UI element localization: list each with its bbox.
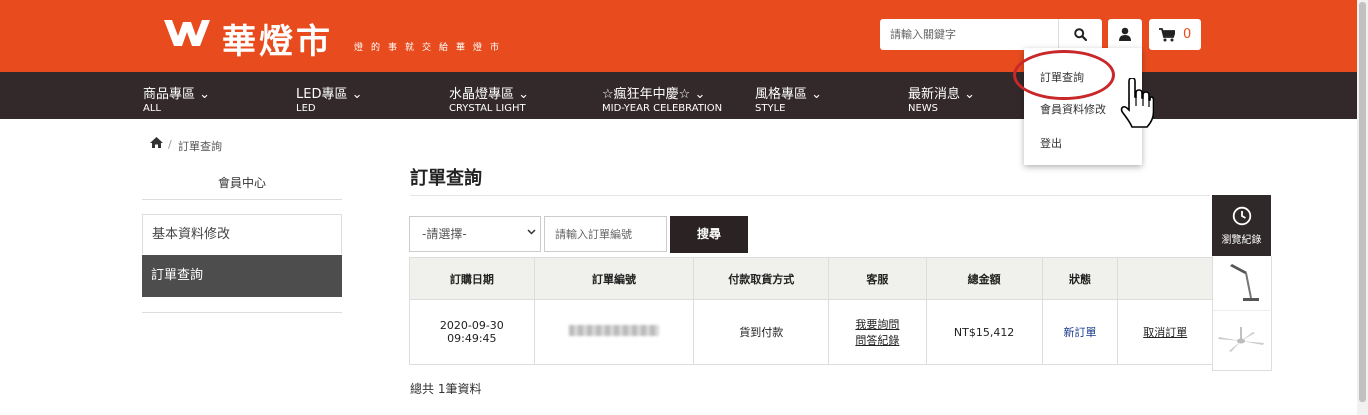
cart-icon — [1159, 28, 1175, 42]
nav-sub: ALL — [143, 103, 161, 114]
header-payment: 付款取貨方式 — [693, 257, 830, 300]
scrollbar-thumb[interactable] — [1359, 2, 1366, 402]
sidebar-item-profile[interactable]: 基本資料修改 — [142, 214, 342, 254]
order-number-input[interactable] — [545, 217, 666, 251]
redacted-order-number — [569, 325, 660, 336]
nav-sub: NEWS — [908, 103, 939, 114]
nav-item-crystal[interactable]: 水晶燈專區 ⌄ CRYSTAL LIGHT — [449, 83, 529, 114]
clock-icon — [1232, 206, 1252, 226]
chevron-down-icon: ⌄ — [811, 87, 823, 102]
nav-sub: LED — [296, 103, 316, 114]
search-submit-button[interactable]: 搜尋 — [670, 216, 748, 253]
header-service: 客服 — [828, 257, 927, 300]
nav-item-style[interactable]: 風格專區 ⌄ STYLE — [755, 83, 822, 114]
search-icon — [1074, 28, 1087, 41]
menu-item-logout[interactable]: 登出 — [1040, 135, 1062, 151]
nav-item-all[interactable]: 商品專區 ⌄ ALL — [143, 83, 210, 114]
user-icon — [1119, 27, 1131, 41]
menu-item-edit-profile[interactable]: 會員資料修改 — [1040, 101, 1106, 117]
header-action — [1117, 257, 1213, 300]
chevron-down-icon: ⌄ — [518, 87, 530, 102]
order-time: 09:49:45 — [447, 332, 497, 345]
status-select[interactable]: -請選擇- — [409, 216, 541, 252]
order-total: NT$15,412 — [925, 299, 1043, 365]
user-button[interactable] — [1108, 19, 1142, 50]
table-row: 2020-09-30 09:49:45 貨到付款 我要詢問 問答紀錄 NT$15… — [409, 299, 1213, 365]
browse-history-button[interactable]: 瀏覽紀錄 — [1212, 195, 1271, 256]
sidebar-divider — [142, 312, 342, 313]
qa-history-link[interactable]: 問答紀錄 — [855, 334, 899, 347]
nav-sub: CRYSTAL LIGHT — [449, 103, 526, 114]
service-cell: 我要詢問 問答紀錄 — [828, 299, 927, 365]
status-link[interactable]: 新訂單 — [1064, 326, 1097, 339]
chevron-down-icon: ⌄ — [351, 87, 363, 102]
order-date: 2020-09-30 — [439, 319, 504, 332]
header-total: 總金額 — [925, 257, 1043, 300]
logo-w-icon[interactable] — [162, 16, 212, 50]
nav-label: 最新消息 — [908, 87, 961, 102]
search-button[interactable] — [1058, 19, 1102, 50]
chevron-down-icon: ⌄ — [694, 87, 706, 102]
search-field[interactable] — [880, 19, 1060, 50]
cancel-order-link[interactable]: 取消訂單 — [1143, 326, 1187, 339]
chevron-down-icon: ⌄ — [964, 87, 976, 102]
action-cell: 取消訂單 — [1117, 299, 1213, 365]
nav-item-midyear[interactable]: ☆瘋狂年中慶☆ ⌄ MID-YEAR CELEBRATION — [602, 83, 722, 114]
status-cell: 新訂單 — [1041, 299, 1119, 365]
order-number-field[interactable] — [544, 216, 667, 252]
sidebar-item-orders[interactable]: 訂單查詢 — [142, 255, 342, 297]
header-order-number: 訂單編號 — [533, 257, 695, 300]
cart-count: 0 — [1183, 27, 1192, 42]
order-datetime: 2020-09-30 09:49:45 — [409, 299, 535, 365]
sidebar-title: 會員中心 — [142, 167, 342, 200]
nav-label: ☆瘋狂年中慶☆ — [602, 87, 691, 102]
header-order-date: 訂購日期 — [409, 257, 535, 300]
breadcrumb-current: 訂單查詢 — [178, 140, 222, 153]
breadcrumb-separator: / — [168, 138, 172, 151]
nav-item-led[interactable]: LED專區 ⌄ LED — [296, 83, 363, 114]
desk-lamp-thumbnail[interactable] — [1213, 258, 1270, 311]
highlight-ring — [1013, 50, 1115, 100]
nav-label: 商品專區 — [143, 87, 196, 102]
browse-history-label: 瀏覽紀錄 — [1221, 235, 1262, 246]
home-icon[interactable] — [150, 137, 163, 148]
ceiling-fan-thumbnail[interactable] — [1213, 313, 1270, 368]
cart-button[interactable] — [1149, 19, 1201, 50]
order-number[interactable] — [533, 299, 695, 365]
header-status: 狀態 — [1041, 257, 1119, 300]
nav-label: 水晶燈專區 — [449, 87, 515, 102]
nav-sub: MID-YEAR CELEBRATION — [602, 103, 723, 114]
record-count: 總共 1筆資料 — [410, 382, 482, 396]
search-input[interactable] — [880, 19, 1060, 50]
nav-item-news[interactable]: 最新消息 ⌄ NEWS — [908, 83, 975, 114]
brand-name[interactable]: 華燈市 — [222, 14, 333, 63]
table-header-row: 訂購日期 訂單編號 付款取貨方式 客服 總金額 狀態 — [409, 257, 1213, 300]
page-title: 訂單查詢 — [410, 168, 482, 189]
nav-label: 風格專區 — [755, 87, 808, 102]
chevron-down-icon: ⌄ — [199, 87, 211, 102]
title-divider — [410, 195, 1210, 196]
nav-sub: STYLE — [755, 103, 786, 114]
orders-table: 訂購日期 訂單編號 付款取貨方式 客服 總金額 狀態 2020-09-30 09… — [409, 257, 1213, 365]
payment-method: 貨到付款 — [693, 299, 830, 365]
chevron-down-icon — [527, 229, 536, 235]
ask-question-link[interactable]: 我要詢問 — [855, 318, 899, 331]
brand-tagline: 燈的事就交給華燈市 — [354, 43, 508, 53]
nav-label: LED專區 — [296, 87, 348, 102]
hand-cursor-icon — [1120, 78, 1154, 128]
